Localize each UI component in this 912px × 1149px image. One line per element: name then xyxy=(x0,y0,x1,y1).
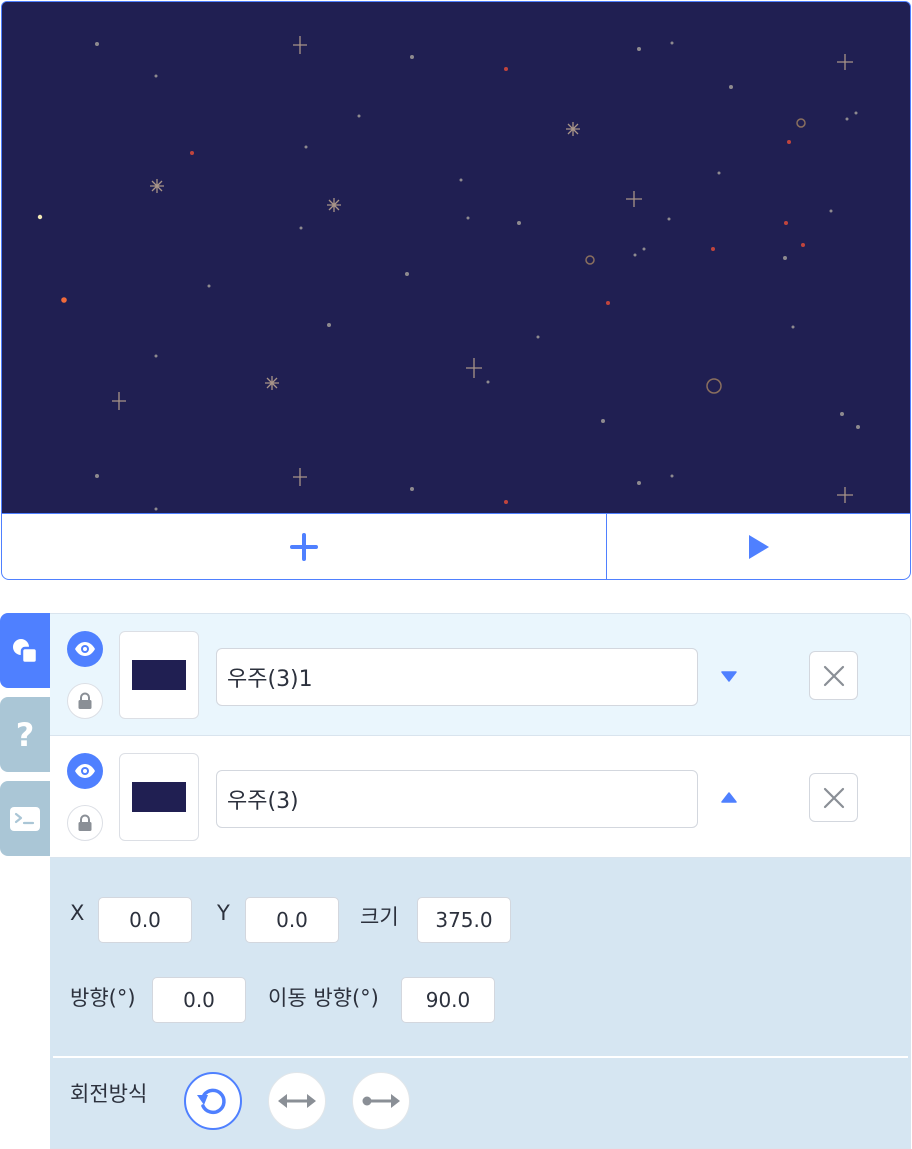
move-direction-input[interactable] xyxy=(401,977,495,1023)
triangle-down-icon xyxy=(721,671,737,682)
add-object-button[interactable] xyxy=(2,514,607,579)
x-label: X xyxy=(70,901,85,925)
eye-icon xyxy=(75,642,95,656)
object-row[interactable] xyxy=(50,736,910,858)
shapes-icon xyxy=(13,638,39,664)
delete-object-button[interactable] xyxy=(809,773,858,822)
object-panel: X Y 크기 방향(°) 이동 방향(°) 회전방식 xyxy=(50,613,911,1149)
size-input[interactable] xyxy=(417,897,511,943)
visibility-toggle[interactable] xyxy=(67,631,103,667)
properties-divider xyxy=(53,1056,908,1058)
close-icon xyxy=(823,787,844,808)
object-name-input[interactable] xyxy=(216,770,698,828)
run-button[interactable] xyxy=(607,514,910,579)
object-thumbnail xyxy=(119,753,199,841)
delete-object-button[interactable] xyxy=(809,651,858,700)
move-down-button[interactable] xyxy=(716,666,742,686)
flip-horizontal-button[interactable] xyxy=(268,1072,326,1130)
lock-icon xyxy=(78,814,92,831)
question-icon: ? xyxy=(15,715,35,754)
object-thumbnail xyxy=(119,631,199,719)
direction-label: 방향(°) xyxy=(70,986,136,1010)
plus-icon xyxy=(290,532,318,561)
y-label: Y xyxy=(217,901,230,925)
object-properties: X Y 크기 방향(°) 이동 방향(°) 회전방식 xyxy=(50,858,910,1148)
tab-objects[interactable] xyxy=(0,613,50,688)
rotate-free-button[interactable] xyxy=(184,1072,242,1130)
lock-icon xyxy=(78,692,92,709)
lock-toggle[interactable] xyxy=(67,683,103,719)
no-rotate-button[interactable] xyxy=(352,1072,410,1130)
lock-toggle[interactable] xyxy=(67,805,103,841)
starfield-background xyxy=(2,2,910,513)
rotation-mode-label: 회전방식 xyxy=(70,1082,148,1106)
tab-console[interactable] xyxy=(0,781,50,856)
size-label: 크기 xyxy=(360,905,399,929)
thumbnail-image xyxy=(132,782,186,812)
x-input[interactable] xyxy=(98,897,192,943)
thumbnail-image xyxy=(132,660,186,690)
no-rotate-icon xyxy=(362,1094,400,1108)
tab-help[interactable]: ? xyxy=(0,697,50,772)
visibility-toggle[interactable] xyxy=(67,753,103,789)
play-icon xyxy=(748,534,769,559)
close-icon xyxy=(823,665,844,686)
eye-icon xyxy=(75,764,95,778)
flip-horizontal-icon xyxy=(278,1094,316,1108)
terminal-icon xyxy=(10,806,40,831)
y-input[interactable] xyxy=(245,897,339,943)
move-direction-label: 이동 방향(°) xyxy=(268,986,379,1010)
triangle-up-icon xyxy=(721,792,737,803)
move-up-button[interactable] xyxy=(716,788,742,808)
rotate-free-icon xyxy=(197,1088,226,1115)
object-row[interactable] xyxy=(50,614,910,736)
object-name-input[interactable] xyxy=(216,648,698,706)
direction-input[interactable] xyxy=(152,977,246,1023)
stage-canvas[interactable] xyxy=(1,1,911,513)
stage-controls xyxy=(1,513,911,580)
